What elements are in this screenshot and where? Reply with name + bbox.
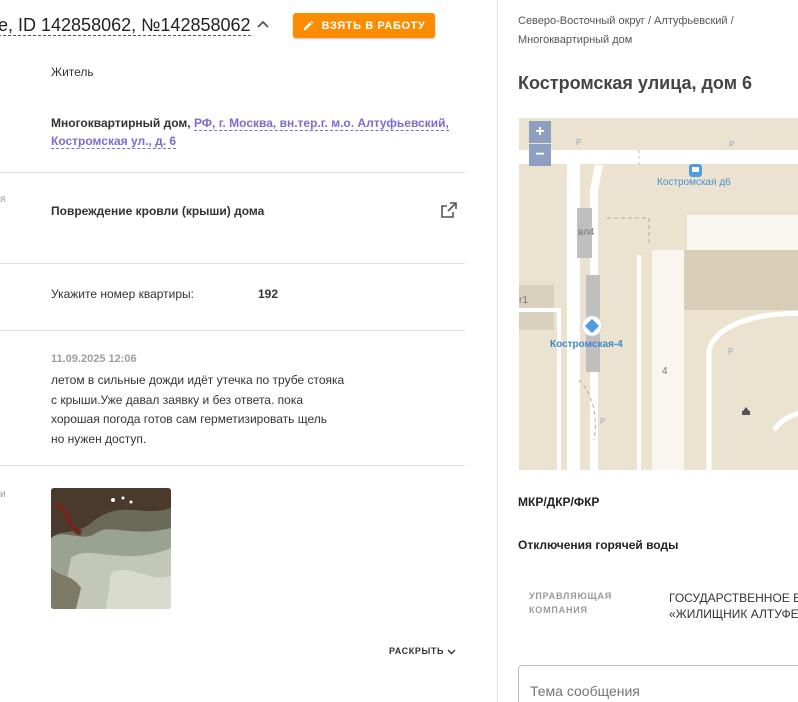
take-to-work-label: ВЗЯТЬ В РАБОТУ bbox=[321, 19, 426, 32]
mc-value-line: «ЖИЛИЩНИК АЛТУФЕ bbox=[669, 607, 798, 621]
take-to-work-button[interactable]: ВЗЯТЬ В РАБОТУ bbox=[293, 13, 435, 38]
chevron-up-icon[interactable] bbox=[256, 17, 270, 31]
open-external-icon[interactable] bbox=[440, 201, 458, 219]
photo-label-stub: и bbox=[0, 489, 6, 500]
map-label-bus-stop: Костромская д6 bbox=[657, 177, 731, 188]
map-label-building: вл4 bbox=[578, 227, 595, 238]
expand-label: РАСКРЫТЬ bbox=[389, 646, 445, 656]
parking-icon: P bbox=[728, 347, 734, 356]
comment-line: хорошая погода готов сам герметизировать… bbox=[51, 412, 327, 426]
parking-icon: P bbox=[600, 417, 606, 426]
breadcrumb-line[interactable]: Многоквартирный дом bbox=[518, 31, 788, 50]
message-subject-input[interactable]: Тема сообщения bbox=[518, 665, 798, 702]
divider bbox=[0, 263, 465, 264]
object-address-title: Костромская улица, дом 6 bbox=[518, 73, 753, 93]
parking-icon: P bbox=[729, 140, 735, 149]
leak-photo-image bbox=[51, 488, 171, 609]
photo-thumbnail[interactable] bbox=[51, 488, 171, 609]
divider bbox=[0, 465, 465, 466]
request-details-panel: e, ID 142858062, №142858062 ВЗЯТЬ В РАБО… bbox=[0, 0, 497, 702]
comment-line: но нужен доступ. bbox=[51, 431, 147, 446]
request-title[interactable]: e, ID 142858062, №142858062 bbox=[0, 15, 251, 36]
breadcrumb-line[interactable]: Северо-Восточный округ / Алтуфьевский / bbox=[518, 12, 788, 31]
map-label-stop: Костромская-4 bbox=[550, 339, 623, 350]
object-line: Многоквартирный дом, РФ, г. Москва, вн.т… bbox=[51, 116, 449, 131]
section-hot-water[interactable]: Отключения горячей воды bbox=[518, 538, 678, 552]
map-label-building: 4 bbox=[662, 366, 668, 377]
expand-button[interactable]: РАСКРЫТЬ bbox=[389, 646, 456, 656]
zoom-in-button[interactable]: + bbox=[529, 121, 551, 143]
category-label-stub: я bbox=[0, 194, 6, 205]
zoom-in-label: + bbox=[535, 123, 545, 140]
applicant-type: Житель bbox=[51, 65, 94, 79]
zoom-out-label: − bbox=[535, 146, 545, 163]
comment-text: летом в сильные дожди идёт утечка по тру… bbox=[51, 371, 371, 449]
problem-text: Повреждение кровли (крыши) дома bbox=[51, 204, 265, 218]
object-prefix: Многоквартирный дом, bbox=[51, 116, 194, 130]
object-line-2: Костромская ул., д. 6 bbox=[51, 134, 177, 149]
mc-label-line: КОМПАНИЯ bbox=[529, 605, 588, 615]
management-company-label: УПРАВЛЯЮЩАЯ КОМПАНИЯ bbox=[529, 589, 612, 617]
apartment-label: Укажите номер квартиры: bbox=[51, 287, 195, 301]
object-info-panel: Северо-Восточный округ / Алтуфьевский / … bbox=[498, 0, 798, 702]
management-company-value: ГОСУДАРСТВЕННОЕ Б «ЖИЛИЩНИК АЛТУФЕ bbox=[669, 590, 798, 622]
pencil-icon bbox=[303, 20, 313, 31]
zoom-out-button[interactable]: − bbox=[529, 144, 551, 166]
map-label-building: r1 bbox=[519, 295, 528, 306]
parking-icon: P bbox=[576, 138, 582, 147]
comment-line: летом в сильные дожди идёт утечка по тру… bbox=[51, 373, 345, 387]
address-link-line1[interactable]: РФ, г. Москва, вн.тер.г. м.о. Алтуфьевск… bbox=[193, 116, 449, 131]
comment-line: с крыши.Уже давал заявку и без ответа. п… bbox=[51, 392, 304, 407]
apartment-value: 192 bbox=[258, 287, 279, 301]
message-subject-placeholder: Тема сообщения bbox=[530, 683, 640, 699]
comment-date: 11.09.2025 12:06 bbox=[51, 353, 137, 365]
mc-value-line: ГОСУДАРСТВЕННОЕ Б bbox=[669, 591, 798, 605]
section-mkr[interactable]: МКР/ДКР/ФКР bbox=[518, 495, 599, 509]
map-canvas[interactable] bbox=[519, 110, 798, 470]
mc-label-line: УПРАВЛЯЮЩАЯ bbox=[529, 591, 613, 601]
breadcrumb: Северо-Восточный округ / Алтуфьевский / … bbox=[518, 12, 788, 50]
divider bbox=[0, 172, 465, 173]
chevron-down-icon bbox=[447, 649, 456, 654]
address-link-line2[interactable]: Костромская ул., д. 6 bbox=[51, 134, 177, 149]
divider bbox=[0, 330, 465, 331]
map[interactable]: + − Костромская д6 Костромская-4 вл4 r1 … bbox=[519, 110, 798, 470]
